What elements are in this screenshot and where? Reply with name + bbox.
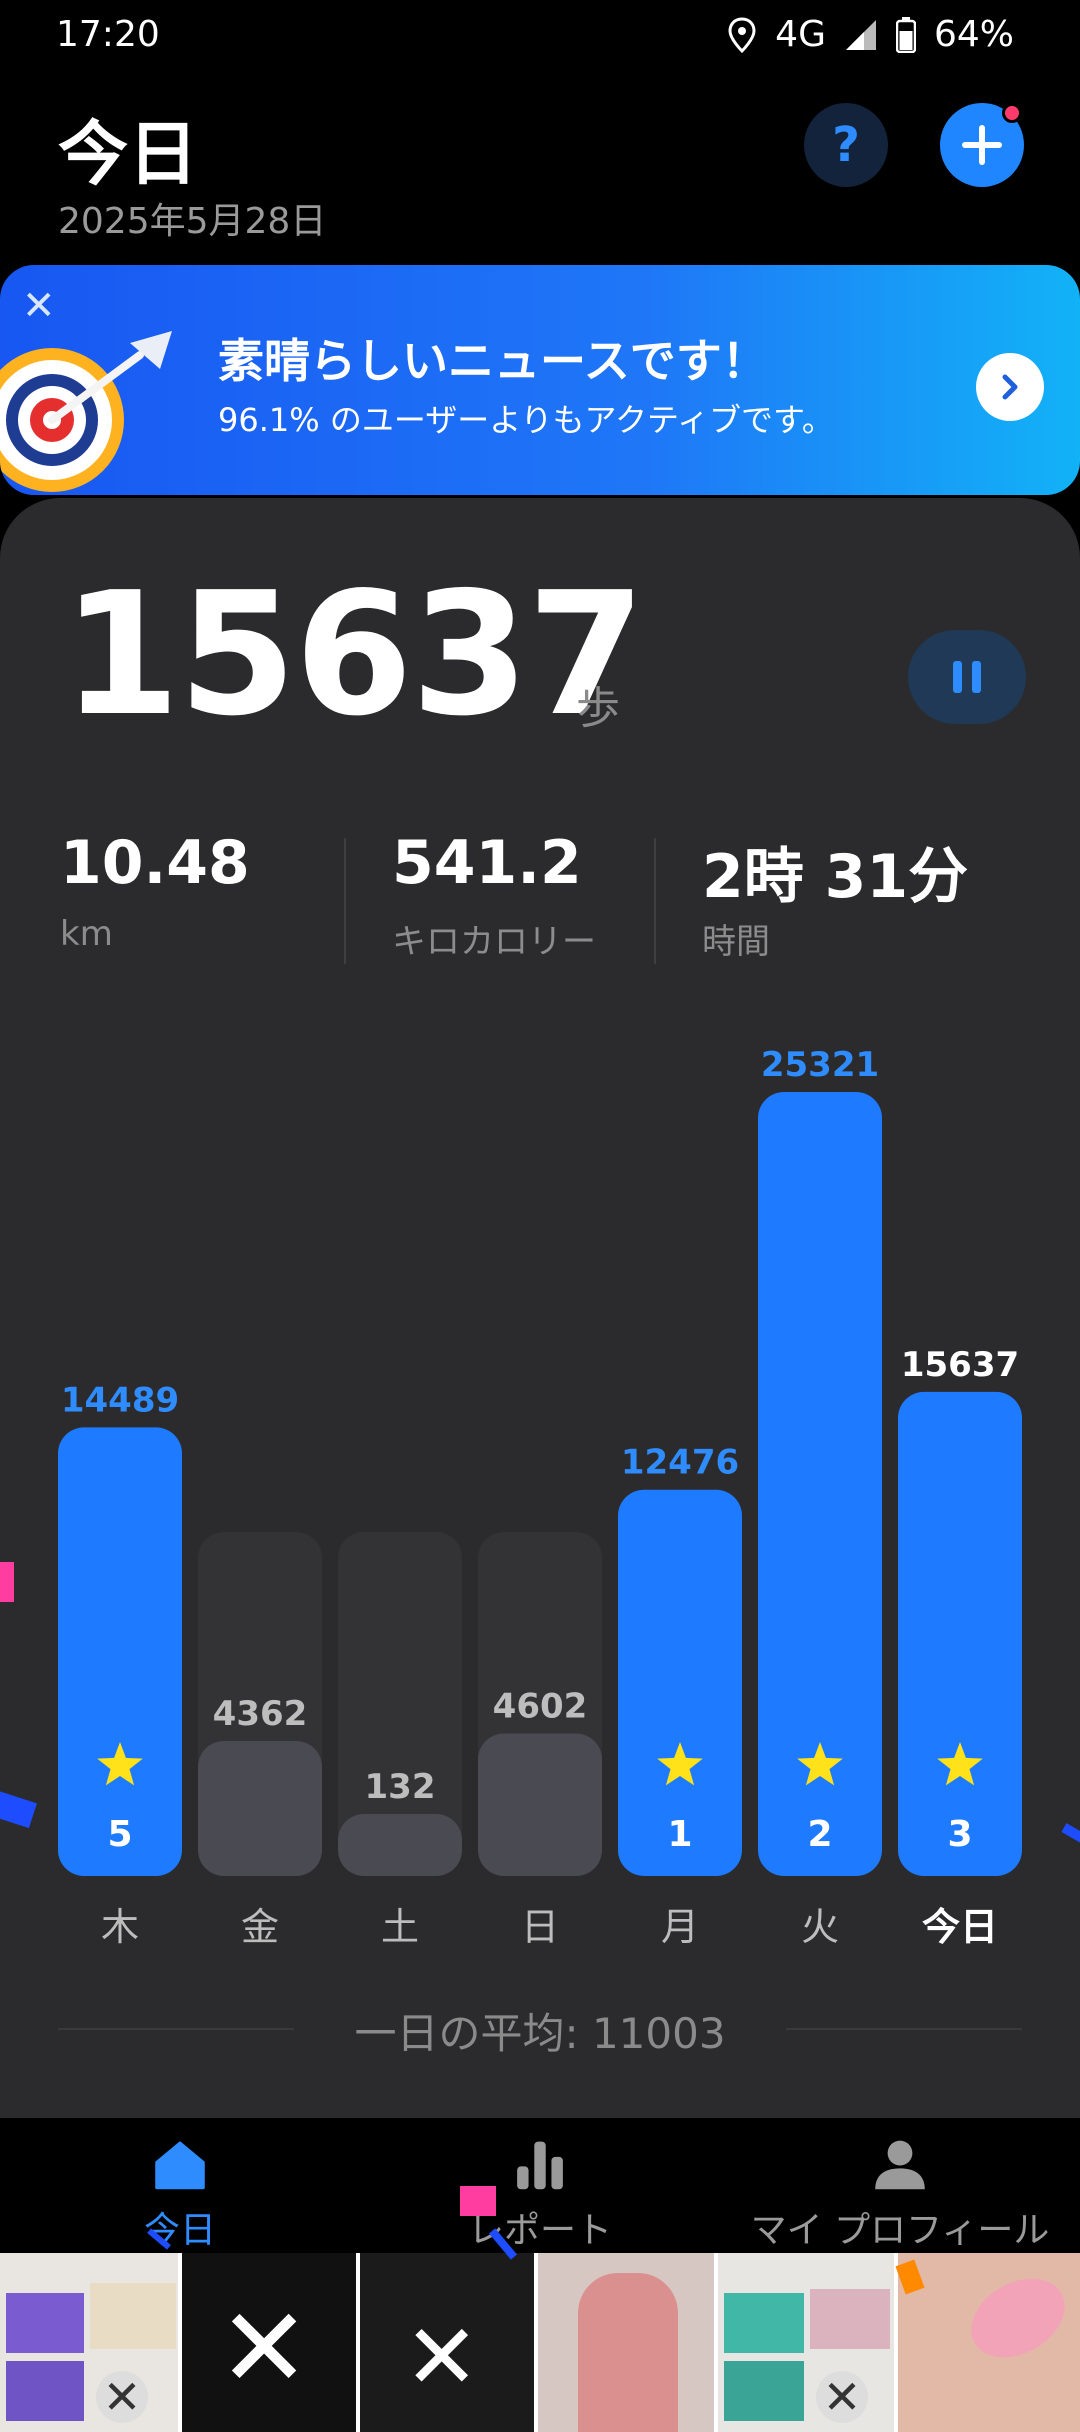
star-count: 3	[947, 1814, 972, 1855]
star-count: 2	[807, 1814, 832, 1855]
daily-average: 一日の平均: 11003	[354, 2009, 726, 2058]
step-count: 15637	[62, 556, 645, 754]
status-time: 17:20	[56, 14, 160, 55]
bar-value-label: 25321	[761, 1045, 879, 1085]
pause-button[interactable]	[908, 630, 1026, 724]
ad-item-eye-makeup-tool[interactable]	[898, 2253, 1080, 2432]
ad-item-bedding-purple[interactable]: ✕	[0, 2253, 182, 2432]
bar-6[interactable]	[898, 1391, 1022, 1876]
add-button[interactable]	[940, 103, 1024, 187]
distance-value: 10.48	[60, 828, 250, 898]
ad-swatch	[810, 2289, 890, 2349]
stat-divider	[344, 838, 346, 964]
profile-icon	[875, 2140, 925, 2190]
status-icons: 4G 64%	[727, 14, 1014, 55]
nav-profile-label: マイ プロフィール	[750, 2210, 1050, 2251]
day-label: 火	[801, 1905, 839, 1949]
ad-item-bedding-teal[interactable]: ✕	[718, 2253, 898, 2432]
bar-chart: 14489 5 木 4362 金 132 土 4602 日 12476 1 月 25321 2 火 15637…	[58, 1045, 1022, 1949]
star-count: 5	[107, 1814, 132, 1855]
star-count: 1	[667, 1814, 692, 1855]
confetti-piece	[460, 2186, 496, 2216]
calories-value: 541.2	[392, 828, 582, 898]
bar-value-label: 15637	[901, 1345, 1019, 1385]
notification-dot	[1002, 103, 1022, 123]
network-type: 4G	[775, 14, 826, 55]
help-button[interactable]: ?	[804, 103, 888, 187]
day-label: 日	[521, 1905, 559, 1949]
nav-today-label: 今日	[143, 2210, 216, 2251]
ad-graphic: ✕	[404, 2305, 480, 2410]
ad-item-hoodie-x[interactable]: ✕	[182, 2253, 360, 2432]
banner-next-button[interactable]	[976, 353, 1044, 421]
ad-swatch	[90, 2283, 176, 2349]
nav-report[interactable]: レポート	[420, 2118, 660, 2253]
bar-value-label: 4602	[493, 1687, 588, 1727]
bar-3[interactable]	[478, 1733, 602, 1876]
bar-value-label: 4362	[213, 1694, 308, 1734]
weekly-steps-chart[interactable]: 14489 5 木 4362 金 132 土 4602 日 12476 1 月 25321 2 火 15637…	[0, 1000, 1080, 1980]
bar-value-label: 14489	[61, 1380, 179, 1420]
stat-divider	[654, 838, 656, 964]
day-label: 月	[661, 1905, 699, 1949]
page-title: 今日	[58, 113, 198, 195]
achievement-banner[interactable]: ✕ 素晴らしいニュースです！ 96.1% のユーザーよりもアクティブです。	[0, 265, 1080, 495]
ad-swatch	[724, 2293, 804, 2353]
ad-item-hoodie-generation[interactable]: ✕	[360, 2253, 538, 2432]
day-label: 金	[241, 1905, 279, 1949]
calories-label: キロカロリー	[392, 922, 596, 962]
time-value: 2時 31分	[702, 842, 969, 912]
nav-profile[interactable]: マイ プロフィール	[740, 2118, 1060, 2253]
distance-label: km	[60, 914, 113, 954]
ad-swatch	[6, 2361, 84, 2421]
signal-icon	[845, 19, 876, 50]
question-icon: ?	[832, 117, 860, 173]
bar-1[interactable]	[198, 1740, 322, 1876]
day-label: 木	[101, 1905, 139, 1949]
battery-level: 64%	[933, 14, 1014, 55]
ad-swatch	[724, 2361, 804, 2421]
ad-close-icon[interactable]: ✕	[816, 2371, 868, 2423]
location-icon	[728, 16, 756, 53]
status-bar: 17:20 4G 64%	[0, 0, 1080, 72]
ad-close-icon[interactable]: ✕	[96, 2371, 148, 2423]
time-label: 時間	[702, 922, 770, 962]
bar-0[interactable]	[58, 1427, 182, 1876]
home-icon	[155, 2141, 205, 2190]
bottom-nav: 今日 レポート マイ プロフィール	[0, 2118, 1080, 2253]
banner-headline: 素晴らしいニュースです！	[218, 334, 768, 388]
chevron-right-icon	[1002, 374, 1018, 400]
page-date: 2025年5月28日	[58, 201, 327, 242]
bar-value-label: 132	[365, 1767, 436, 1807]
close-icon[interactable]: ✕	[22, 283, 56, 329]
ad-graphic: ✕	[218, 2284, 311, 2412]
battery-icon	[895, 16, 916, 53]
ad-swatch	[6, 2293, 84, 2353]
pause-icon-bar	[972, 661, 981, 693]
target-icon	[0, 331, 172, 492]
confetti-piece	[0, 1562, 14, 1602]
day-label: 土	[381, 1905, 419, 1949]
banner-subtext: 96.1% のユーザーよりもアクティブです。	[218, 401, 834, 439]
nav-today[interactable]: 今日	[100, 2118, 260, 2253]
ad-graphic	[578, 2273, 678, 2432]
ad-item-pink-loungewear[interactable]	[538, 2253, 718, 2432]
bar-chart-icon	[517, 2141, 563, 2190]
step-unit: 歩	[576, 683, 620, 734]
pause-icon	[953, 661, 962, 693]
bar-2[interactable]	[338, 1814, 462, 1876]
ad-graphic	[957, 2262, 1079, 2374]
day-label: 今日	[922, 1905, 998, 1949]
bar-value-label: 12476	[621, 1443, 739, 1483]
